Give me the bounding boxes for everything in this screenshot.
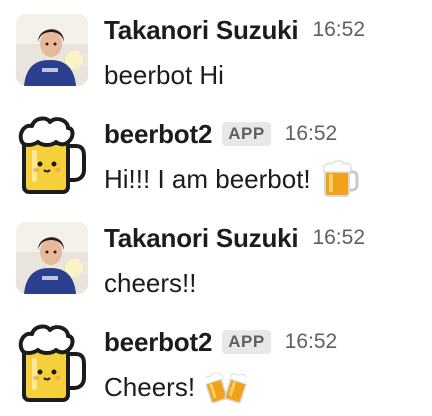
message-text: cheers!! [104, 264, 197, 302]
message-item: Takanori Suzuki 16:52 cheers!! [0, 208, 432, 312]
message-body: Hi!!! I am beerbot! [104, 163, 311, 194]
message-item: Takanori Suzuki 16:52 beerbot Hi [0, 0, 432, 104]
sender-name[interactable]: Takanori Suzuki [104, 15, 299, 46]
app-badge: APP [222, 330, 271, 354]
bot-avatar[interactable] [18, 114, 86, 196]
message-feed: Takanori Suzuki 16:52 beerbot Hi beerbot… [0, 0, 432, 414]
message-text: Hi!!! I am beerbot! [104, 160, 359, 198]
message-text: beerbot Hi [104, 56, 224, 94]
message-body: cheers!! [104, 267, 197, 298]
message-timestamp[interactable]: 16:52 [312, 18, 365, 42]
bot-avatar[interactable] [18, 322, 86, 404]
user-avatar[interactable] [16, 14, 88, 86]
clinking-beer-mugs-icon [205, 369, 248, 405]
message-body: beerbot Hi [104, 59, 224, 90]
app-badge: APP [222, 122, 271, 146]
beer-mug-emoji-icon [321, 160, 359, 198]
message-text: Cheers! [104, 368, 248, 406]
message-item: beerbot2 APP 16:52 Cheers! [0, 312, 432, 416]
sender-name[interactable]: beerbot2 [104, 119, 212, 150]
message-timestamp[interactable]: 16:52 [285, 122, 338, 146]
sender-name[interactable]: beerbot2 [104, 327, 212, 358]
message-timestamp[interactable]: 16:52 [312, 226, 365, 250]
sender-name[interactable]: Takanori Suzuki [104, 223, 299, 254]
message-timestamp[interactable]: 16:52 [285, 330, 338, 354]
message-body: Cheers! [104, 371, 196, 402]
message-item: beerbot2 APP 16:52 Hi!!! I am beerbot! [0, 104, 432, 208]
user-avatar[interactable] [16, 222, 88, 294]
